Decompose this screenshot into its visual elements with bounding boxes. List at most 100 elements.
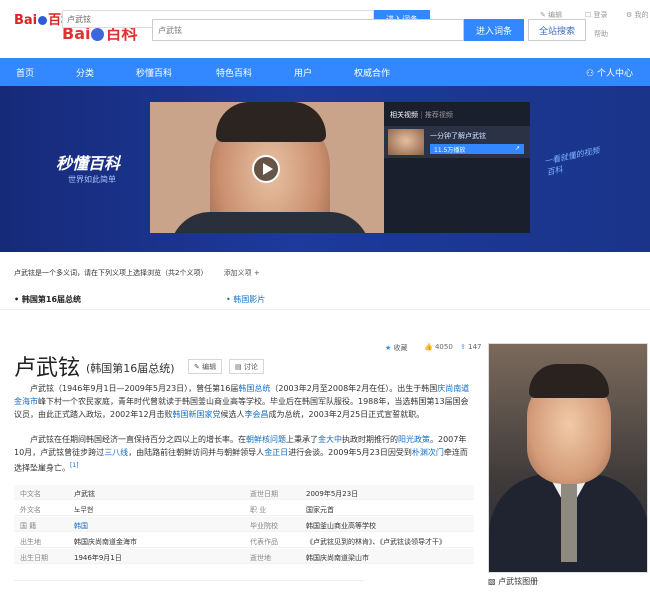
image-icon: ▧ xyxy=(488,577,499,586)
logo-text: Bai xyxy=(14,13,38,28)
info-key: 中文名 xyxy=(20,490,41,498)
portrait-photo[interactable] xyxy=(488,343,648,573)
comment-icon: ▤ xyxy=(235,362,244,371)
link-korean-president[interactable]: 韩国总统 xyxy=(238,384,270,393)
my-link-label: 我的 xyxy=(634,11,649,19)
reference-1[interactable]: [1] xyxy=(70,462,79,469)
video-person-hair xyxy=(216,102,326,142)
link-lee-hoi-chang[interactable]: 李会昌 xyxy=(245,410,269,419)
thumb-up-icon: 👍 xyxy=(424,343,433,351)
info-key: 出生日期 xyxy=(20,554,48,562)
tab-recommended-videos[interactable]: 推荐视频 xyxy=(425,111,453,119)
login-link[interactable]: ☐ 登录 xyxy=(585,10,608,20)
link-nuclear-issue[interactable]: 朝鲜核问题 xyxy=(246,435,286,444)
add-meaning-button[interactable]: 添加义项 + xyxy=(224,269,260,277)
star-icon: ★ xyxy=(385,344,392,352)
login-link-label: 登录 xyxy=(593,11,608,19)
related-video-plays-bar: 11.5万播放 ↗ xyxy=(430,144,524,154)
meaning-tab-film[interactable]: • 韩国影片 xyxy=(226,294,265,305)
info-key: 出生地 xyxy=(20,538,41,546)
collect-button[interactable]: ★ 收藏 xyxy=(385,343,408,353)
photo-album-label: 卢武铉图册 xyxy=(498,577,539,586)
paw-icon xyxy=(91,28,105,41)
pencil-icon: ✎ xyxy=(194,362,203,371)
discuss-button-label: 讨论 xyxy=(243,362,258,371)
disambiguation-note: 卢武铉是一个多义词，请在下列义项上选择浏览（共2个义项） 添加义项 + xyxy=(14,268,260,278)
collect-label: 收藏 xyxy=(393,344,408,352)
related-video-item[interactable]: 一分钟了解卢武铉 11.5万播放 ↗ xyxy=(384,126,530,158)
miaodong-brand: 秒懂百科 xyxy=(56,154,121,173)
info-key: 逝世地 xyxy=(250,554,271,562)
link-kim-dae-jung[interactable]: 金大中 xyxy=(318,435,342,444)
enter-entry-button[interactable]: 进入词条 xyxy=(464,19,524,41)
info-value: 2009年5月23日 xyxy=(306,490,359,498)
info-key: 国 籍 xyxy=(20,522,37,530)
nav-category[interactable]: 分类 xyxy=(76,66,94,79)
intro-text: 上秉承了 xyxy=(286,435,318,444)
link-38th-parallel[interactable]: 三八线 xyxy=(104,448,128,457)
my-link[interactable]: ⚙ 我的 xyxy=(626,10,649,20)
nav-miaodong[interactable]: 秒懂百科 xyxy=(136,66,172,79)
intro-paragraph-2: 卢武铉在任期间韩国经济一直保持百分之四以上的增长率。在朝鲜核问题上秉承了金大中执… xyxy=(14,433,474,475)
meaning-tab-president[interactable]: • 韩国第16届总统 xyxy=(14,294,81,305)
share-icon: ↗ xyxy=(514,145,520,152)
edit-button[interactable]: ✎ 编辑 xyxy=(188,359,223,374)
meaning-tab-president-label: 韩国第16届总统 xyxy=(21,295,82,304)
link-new-korea-party[interactable]: 韩国新国家党 xyxy=(173,410,221,419)
meaning-tab-film-label: 韩国影片 xyxy=(233,295,266,304)
info-key: 外文名 xyxy=(20,506,41,514)
intro-text: 卢武铉在任期间韩国经济一直保持百分之四以上的增长率。在 xyxy=(30,435,246,444)
info-value: 国家元首 xyxy=(306,506,334,514)
disambiguation-text: 卢武铉是一个多义词，请在下列义项上选择浏览（共2个义项） xyxy=(14,269,208,277)
info-key: 职 业 xyxy=(250,506,267,514)
nav-home[interactable]: 首页 xyxy=(16,66,34,79)
intro-text: 进行会谈。2009年5月23日因受到 xyxy=(288,448,412,457)
video-person-suit xyxy=(170,212,370,233)
link-kim-jong-il[interactable]: 金正日 xyxy=(264,448,288,457)
page-title: 卢武铉 xyxy=(14,356,81,381)
like-count: 4050 xyxy=(434,343,453,351)
info-value: 韩国庆尚南道梁山市 xyxy=(306,554,369,562)
share-icon: ⇪ xyxy=(460,343,466,351)
play-icon[interactable] xyxy=(252,155,280,183)
info-row: 外文名 노무현 职 业 国家元首 xyxy=(14,501,474,516)
link-park-yeon-cha[interactable]: 朴渊次门 xyxy=(412,448,444,457)
intro-text: 执政时期推行的 xyxy=(342,435,398,444)
link-sunshine-policy[interactable]: 阳光政策 xyxy=(398,435,430,444)
edit-link-label: 编辑 xyxy=(548,11,563,19)
photo-album-link[interactable]: ▧ 卢武铉图册 xyxy=(488,576,538,587)
intro-paragraph-1: 卢武铉（1946年9月1日—2009年5月23日），曾任第16届韩国总统（200… xyxy=(14,382,474,421)
related-videos-panel: 相关视频 | 推荐视频 一分钟了解卢武铉 11.5万播放 ↗ xyxy=(384,102,530,233)
info-value-link[interactable]: 韩国 xyxy=(74,521,88,531)
related-video-title: 一分钟了解卢武铉 xyxy=(430,132,486,140)
intro-text: 候选人 xyxy=(220,410,245,419)
intro-text: （2003年2月至2008年2月在任）。出生于韩国 xyxy=(270,384,438,393)
help-link[interactable]: 帮助 xyxy=(594,29,608,39)
page-subtitle: (韩国第16届总统) xyxy=(86,362,175,375)
related-video-plays: 11.5万播放 xyxy=(434,147,466,154)
miaodong-slogan: 世界如此简单 xyxy=(68,175,116,184)
main-nav: 首页 分类 秒懂百科 特色百科 用户 权威合作 ⚇ 个人中心 xyxy=(0,58,650,86)
discuss-button[interactable]: ▤ 讨论 xyxy=(229,359,264,374)
tab-related-videos[interactable]: 相关视频 xyxy=(390,111,418,119)
fulltext-search-button[interactable]: 全站搜索 xyxy=(528,19,586,41)
info-value: 韩国庆尚南道金海市 xyxy=(74,538,137,546)
search-input[interactable] xyxy=(152,19,464,41)
intro-text: 成为总统，2003年2月25日正式宣誓就职。 xyxy=(268,410,425,419)
edit-button-label: 编辑 xyxy=(202,362,217,371)
nav-user[interactable]: 用户 xyxy=(294,66,312,79)
info-row: 国 籍 韩国 毕业院校 韩国釜山商业高等学校 xyxy=(14,517,474,532)
intro-text: 卢武铉（1946年9月1日—2009年5月23日），曾任第16届 xyxy=(30,384,239,393)
nav-user-center[interactable]: ⚇ 个人中心 xyxy=(586,66,633,79)
user-icon: ⚇ xyxy=(586,69,595,79)
nav-featured[interactable]: 特色百科 xyxy=(216,66,252,79)
nav-authority[interactable]: 权威合作 xyxy=(354,66,390,79)
share-button[interactable]: ⇪ 147 xyxy=(460,343,481,351)
info-value: 1946年9月1日 xyxy=(74,554,122,562)
info-key: 逝世日期 xyxy=(250,490,278,498)
like-button[interactable]: 👍 4050 xyxy=(424,343,453,351)
related-tabs: 相关视频 | 推荐视频 xyxy=(390,111,453,119)
photo-hair xyxy=(529,364,609,398)
info-row: 出生日期 1946年9月1日 逝世地 韩国庆尚南道梁山市 xyxy=(14,549,474,564)
edit-link[interactable]: ✎ 编辑 xyxy=(540,10,562,20)
